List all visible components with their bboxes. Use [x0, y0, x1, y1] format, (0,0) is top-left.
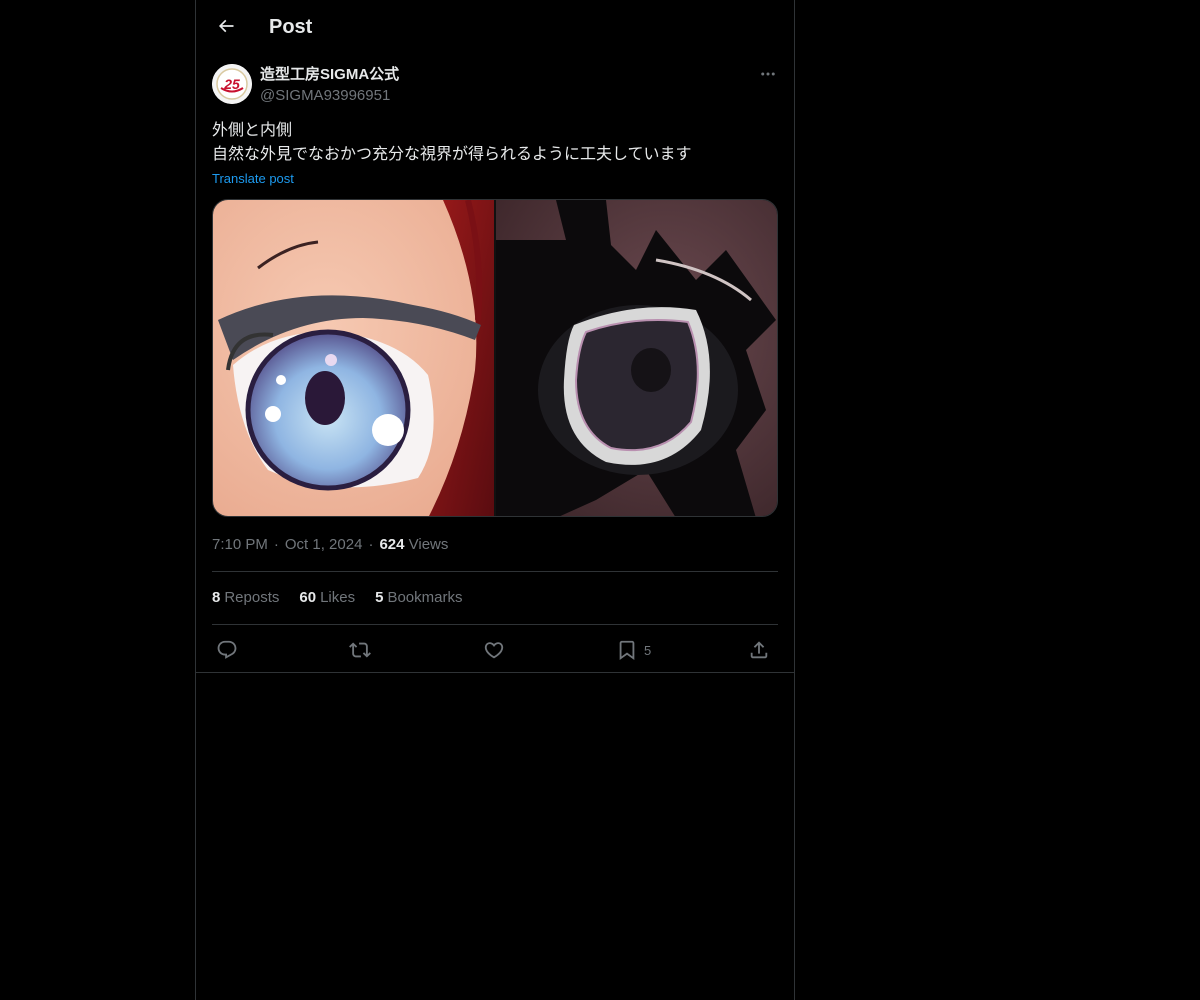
- translate-post-link[interactable]: Translate post: [212, 170, 294, 188]
- display-name[interactable]: 造型工房SIGMA公式: [260, 65, 399, 85]
- back-button[interactable]: [208, 8, 244, 44]
- heart-icon: [484, 642, 504, 659]
- avatar-logo: 25: [212, 64, 252, 104]
- share-icon: [750, 641, 768, 659]
- bookmark-button[interactable]: 5: [616, 636, 651, 664]
- divider: [196, 672, 794, 673]
- post-date[interactable]: Oct 1, 2024: [285, 536, 363, 553]
- user-handle[interactable]: @SIGMA93996951: [260, 86, 390, 106]
- likes-stat[interactable]: 60 Likes: [299, 588, 355, 608]
- reply-button[interactable]: [216, 636, 238, 664]
- post-time[interactable]: 7:10 PM: [212, 536, 268, 553]
- post-media: [212, 199, 778, 517]
- reposts-count: 8: [212, 589, 221, 606]
- engagement-stats: 8 Reposts 60 Likes 5 Bookmarks: [212, 588, 462, 608]
- svg-text:25: 25: [223, 76, 240, 92]
- views-count: 624: [379, 536, 405, 553]
- bookmark-icon: [619, 640, 635, 661]
- share-button[interactable]: [748, 636, 770, 664]
- bookmarks-label: Bookmarks: [387, 589, 463, 606]
- post-meta: 7:10 PM · Oct 1, 2024 · 624 Views: [212, 536, 449, 553]
- reply-icon: [217, 640, 237, 659]
- arrow-left-icon: [218, 19, 234, 33]
- media-image-inner-eye[interactable]: [496, 200, 777, 516]
- likes-label: Likes: [320, 589, 356, 606]
- post-text: 外側と内側 自然な外見でなおかつ充分な視界が得られるように工夫しています: [212, 119, 778, 167]
- views-label: Views: [408, 536, 449, 553]
- repost-icon: [349, 642, 371, 658]
- bookmark-action-count: 5: [644, 642, 652, 658]
- post-column: Post 25 造型工房SIGMA公式 @SIGMA93996951 外側と内側…: [195, 0, 795, 1000]
- avatar[interactable]: 25: [212, 64, 252, 104]
- divider: [212, 571, 778, 572]
- like-button[interactable]: [483, 636, 505, 664]
- more-horizontal-icon: [761, 72, 775, 76]
- action-bar: 5: [212, 636, 778, 664]
- post-text-line: 自然な外見でなおかつ充分な視界が得られるように工夫しています: [212, 146, 692, 163]
- more-options-button[interactable]: [758, 64, 778, 84]
- repost-button[interactable]: [349, 636, 371, 664]
- media-image-outer-eye[interactable]: [213, 200, 494, 516]
- top-bar: Post: [196, 0, 794, 53]
- reposts-label: Reposts: [224, 589, 280, 606]
- author-row: 25 造型工房SIGMA公式 @SIGMA93996951: [212, 64, 778, 106]
- bookmarks-stat[interactable]: 5 Bookmarks: [375, 588, 462, 608]
- page-title: Post: [269, 16, 313, 38]
- bookmarks-count: 5: [375, 589, 384, 606]
- post-text-line: 外側と内側: [212, 122, 293, 139]
- reposts-stat[interactable]: 8 Reposts: [212, 588, 279, 608]
- divider: [212, 624, 778, 625]
- likes-count: 60: [299, 589, 317, 606]
